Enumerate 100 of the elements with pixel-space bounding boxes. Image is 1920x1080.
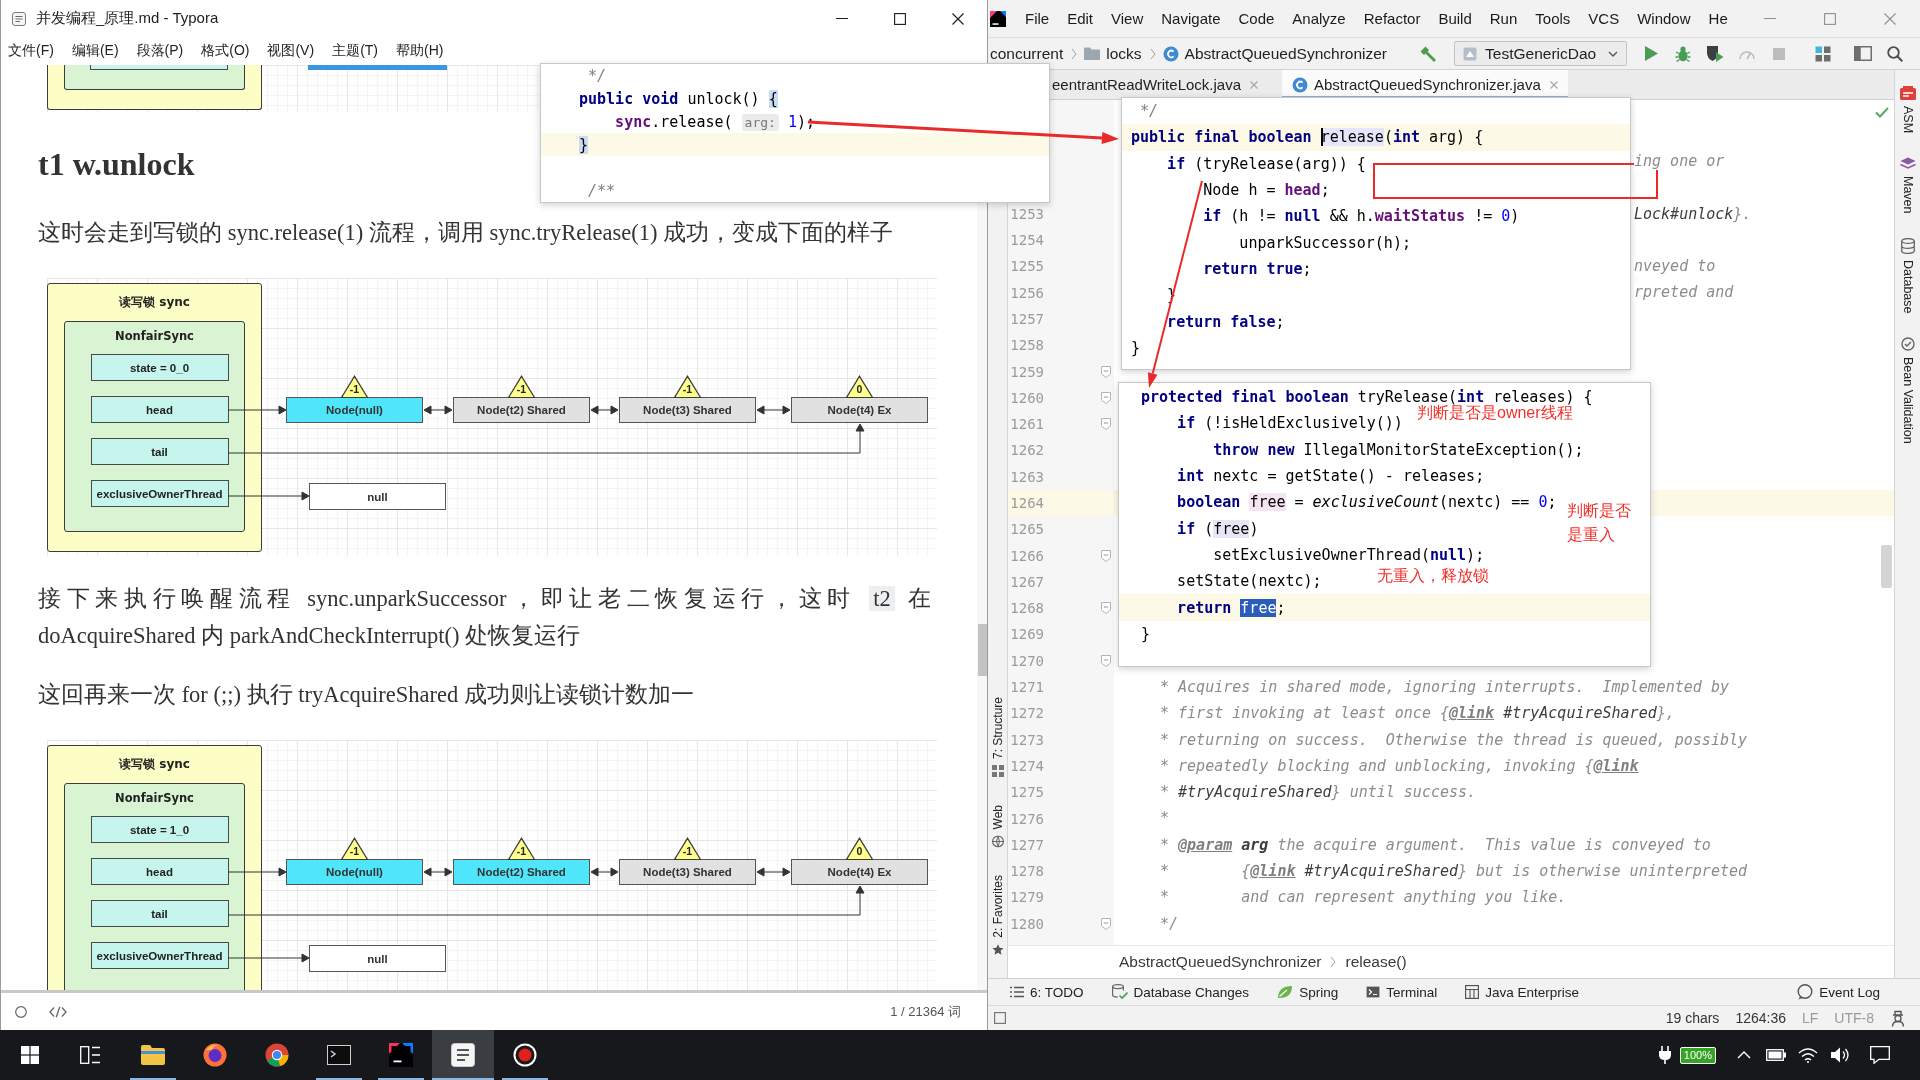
fold-marker-icon[interactable] [1101,365,1111,378]
menu-item[interactable]: Code [1229,10,1284,27]
line-number: 1262 [1010,442,1044,459]
chevron-up-icon[interactable] [1737,1051,1751,1059]
menu-item[interactable]: File [1016,10,1059,27]
bug-icon[interactable] [1675,45,1692,62]
battery-icon[interactable] [1766,1049,1786,1061]
menu-item[interactable]: Refactor [1354,10,1430,27]
menu-item[interactable]: View [1102,10,1153,27]
menu-item[interactable]: Window [1628,10,1700,27]
tool-window-button[interactable]: Java Enterprise [1465,984,1579,1000]
tool-window-button[interactable]: 6: TODO [1010,984,1084,1000]
menu-item[interactable]: Analyze [1283,10,1355,27]
close-icon[interactable] [952,12,964,25]
record-icon [513,1043,537,1067]
line-number: 1256 [1010,284,1044,301]
code-line: int nextc = getState() - releases; [1176,467,1485,486]
tool-window-button[interactable]: Database Changes [1111,984,1250,1000]
taskbar-app-button[interactable] [432,1030,494,1080]
menu-item[interactable]: Run [1480,10,1527,27]
menu-item[interactable]: Tools [1526,10,1580,27]
menu-item[interactable]: Navigate [1152,10,1230,27]
tool-window-button[interactable]: Web [990,804,1005,848]
tool-window-button[interactable]: Event Log [1797,984,1880,1000]
tool-window-button[interactable]: Database [1900,237,1915,314]
menu-item[interactable]: 编辑(E) [71,42,119,60]
status-item[interactable]: 19 chars [1665,1010,1720,1026]
maximize-icon[interactable] [894,12,906,25]
wifi-icon[interactable] [1798,1047,1818,1063]
minimize-icon[interactable] [836,17,848,20]
code-text: ing one or [1634,152,1725,170]
breadcrumb-item[interactable]: release() [1345,953,1407,971]
fold-marker-icon[interactable] [1101,654,1111,667]
tool-window-button[interactable]: Terminal [1366,984,1438,1000]
document-icon [451,1043,475,1067]
window-layout-icon[interactable] [1854,46,1873,61]
code-text: * returning on success. Otherwise the thread is queued, possibly [1160,730,1747,749]
tool-window-button[interactable]: 7: Structure [990,696,1005,777]
notification-icon[interactable] [1870,1046,1890,1064]
menu-item[interactable]: Build [1429,10,1481,27]
field-entry: head [90,858,229,885]
tool-window-button[interactable]: 2: Favorites [990,875,1005,956]
source-code-icon[interactable] [49,1005,67,1018]
check-icon [1875,107,1889,118]
fold-marker-icon[interactable] [1101,602,1111,615]
menu-item[interactable]: He [1699,10,1737,27]
editor-tab[interactable]: AbstractQueuedSynchronizer.java [1282,70,1568,99]
fold-marker-icon[interactable] [1101,418,1111,431]
search-icon[interactable] [1887,45,1904,62]
code-line: return free; [1176,598,1286,617]
layers-icon [1899,157,1916,171]
menu-item[interactable]: 文件(F) [8,42,54,60]
list-icon [1010,986,1024,998]
line-number: 1258 [1010,337,1044,354]
hammer-icon[interactable] [1419,44,1438,63]
circle-icon[interactable] [15,1005,27,1018]
breadcrumb-item[interactable]: AbstractQueuedSynchronizer [1119,953,1322,971]
fold-marker-icon[interactable] [1101,391,1111,404]
power-plug-icon[interactable] [1657,1046,1672,1064]
line-number: 1255 [1010,258,1044,275]
run-config-dropdown[interactable]: TestGenericDao [1454,41,1628,66]
paragraph: 这回再来一次 for (;;) 执行 tryAcquireShared 成功则让读锁计数加一 [38,681,695,709]
path-crumb[interactable]: locks [1082,44,1147,63]
menu-item[interactable]: VCS [1579,10,1629,27]
menu-item[interactable]: 格式(O) [201,42,250,60]
line-number: 1257 [1010,310,1044,327]
app-logo-icon [990,10,1006,27]
queue-node: Node(null) [286,397,423,423]
speaker-icon[interactable] [1831,1047,1849,1063]
square-icon[interactable] [994,1012,1006,1024]
tool-window-button[interactable]: ASM [1899,86,1916,134]
line-number: 1274 [1010,757,1044,774]
shield-run-icon[interactable] [1706,45,1725,62]
paragraph: 接下来执行唤醒流程 sync.unparkSuccessor，即让老二恢复运行，这时 t2 在 doAcquireShared 内 parkAndCheckInterrupt() 处恢复运行 [38,585,931,650]
status-item[interactable]: 1264:36 [1735,1010,1786,1026]
fold-marker-icon[interactable] [1101,549,1111,562]
tool-window-button[interactable]: Spring [1277,984,1339,1000]
menu-item[interactable]: Edit [1058,10,1103,27]
menu-item[interactable]: 帮助(H) [396,42,444,60]
grid-icon[interactable] [1815,45,1832,62]
path-crumb[interactable]: AbstractQueuedSynchronizer [1160,44,1393,63]
tool-window-button[interactable]: Bean Validation [1900,337,1915,444]
scrollbar-thumb[interactable] [978,624,987,676]
menu-item[interactable]: 主题(T) [332,42,378,60]
menu-item[interactable]: 段落(P) [136,42,184,60]
start-icon[interactable] [21,1046,39,1064]
task-view-icon[interactable] [80,1046,100,1064]
fold-marker-icon[interactable] [1101,917,1111,930]
editor-tab[interactable]: eentrantReadWriteLock.java [1042,70,1268,99]
globe-icon [991,835,1004,848]
menu-item[interactable]: 视图(V) [267,42,315,60]
scrollbar-thumb[interactable] [1881,545,1892,588]
line-number: 1277 [1010,836,1044,853]
run-icon[interactable] [1644,46,1658,61]
code-line: return false; [1166,312,1285,331]
path-crumb[interactable]: concurrent [988,44,1069,63]
figure-icon[interactable] [1890,1009,1906,1027]
tool-window-button[interactable]: Maven [1899,157,1916,214]
queue-node: Node(t3) Shared [619,397,756,423]
line-number: 1264 [1010,495,1044,511]
